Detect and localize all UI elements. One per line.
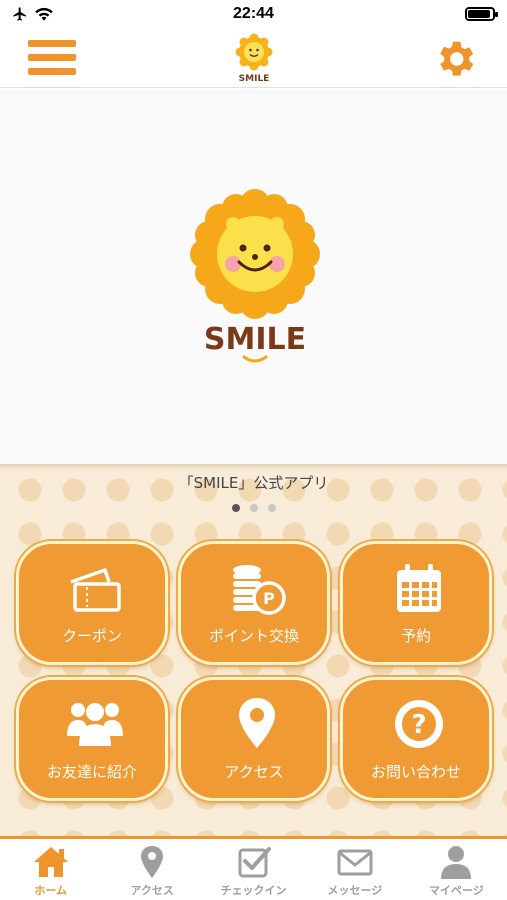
carousel-dot[interactable] <box>249 504 258 512</box>
tab-label: メッセージ <box>327 884 383 897</box>
battery-icon <box>465 7 498 21</box>
tile-label: ポイント交換 <box>208 627 299 645</box>
home-icon <box>33 847 68 877</box>
question-icon: ? <box>395 700 443 748</box>
ticket-icon <box>70 568 121 612</box>
tab-label: アクセス <box>130 884 174 897</box>
tab-label: チェックイン <box>220 884 287 897</box>
carousel-dot[interactable] <box>231 504 240 512</box>
app-subtitle: 「SMILE」公式アプリ <box>178 474 329 492</box>
hero-logo-text: SMILE <box>204 322 306 357</box>
bottom-tab-bar: ホーム アクセス チェックイン メッセージ マイページ <box>0 836 507 900</box>
carousel-dot[interactable] <box>267 504 276 512</box>
tab-checkin[interactable]: チェックイン <box>203 839 304 900</box>
tile-label: アクセス <box>224 763 284 781</box>
menu-area: 「SMILE」公式アプリ クーポン P ポイント交換 予約 お友達に紹介 アクセ… <box>0 464 507 836</box>
access-button[interactable]: アクセス <box>178 677 330 801</box>
carousel-indicator <box>0 504 507 512</box>
tab-mypage[interactable]: マイページ <box>406 839 507 900</box>
people-icon <box>67 703 123 746</box>
checkbox-icon <box>238 847 271 878</box>
point-exchange-button[interactable]: P ポイント交換 <box>178 541 330 665</box>
hamburger-menu-button[interactable] <box>28 38 76 78</box>
svg-text:?: ? <box>411 710 426 740</box>
tab-message[interactable]: メッセージ <box>304 839 405 900</box>
tile-label: 予約 <box>400 627 431 645</box>
tab-label: マイページ <box>428 884 484 897</box>
coins-icon: P <box>233 565 286 615</box>
location-pin-icon <box>239 698 275 748</box>
tile-label: お問い合わせ <box>370 763 461 781</box>
tile-label: お友達に紹介 <box>46 763 137 781</box>
tab-access[interactable]: アクセス <box>101 839 202 900</box>
status-bar: 22:44 <box>0 0 507 28</box>
smile-logo-small: SMILE <box>235 33 273 84</box>
reservation-button[interactable]: 予約 <box>340 541 492 665</box>
mail-icon <box>337 849 373 876</box>
calendar-icon <box>397 564 441 612</box>
user-icon <box>441 846 472 879</box>
location-pin-icon <box>141 846 164 878</box>
nav-bar: SMILE <box>0 28 507 88</box>
coupon-button[interactable]: クーポン <box>16 541 168 665</box>
menu-line <box>28 54 76 61</box>
nav-logo-text: SMILE <box>239 74 270 84</box>
hero-banner: SMILE <box>0 89 507 464</box>
svg-text:P: P <box>263 589 275 608</box>
refer-friend-button[interactable]: お友達に紹介 <box>16 677 168 801</box>
tab-home[interactable]: ホーム <box>0 839 101 900</box>
inquiry-button[interactable]: ? お問い合わせ <box>340 677 492 801</box>
status-time: 22:44 <box>233 5 274 22</box>
gear-icon[interactable] <box>432 36 478 82</box>
tab-label: ホーム <box>34 884 68 897</box>
smile-logo: SMILE <box>190 189 320 363</box>
menu-line <box>28 68 76 75</box>
tile-label: クーポン <box>61 627 122 645</box>
menu-line <box>28 40 76 47</box>
